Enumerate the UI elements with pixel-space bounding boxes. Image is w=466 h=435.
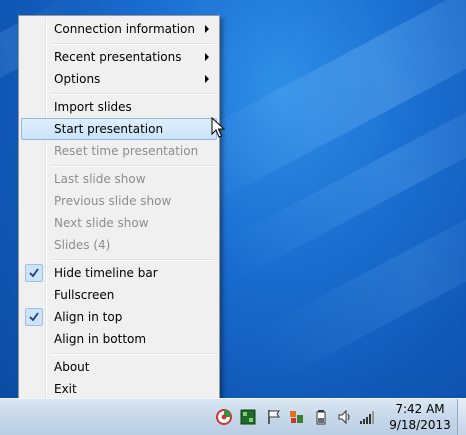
menu-separator: [51, 165, 215, 167]
clock-date: 9/18/2013: [389, 418, 451, 432]
menu-item-hide-timeline-bar[interactable]: Hide timeline bar: [21, 262, 217, 284]
menu-item-label: Reset time presentation: [54, 144, 199, 158]
menu-item-align-in-bottom[interactable]: Align in bottom: [21, 328, 217, 350]
menu-item-previous-slide-show[interactable]: Previous slide show: [21, 190, 217, 212]
menu-item-label: About: [54, 360, 90, 374]
menu-item-label: Last slide show: [54, 172, 146, 186]
green-app-icon[interactable]: [240, 409, 256, 425]
context-menu: Connection information Recent presentati…: [18, 15, 220, 401]
menu-item-label: Hide timeline bar: [54, 266, 158, 280]
menu-item-connection-information[interactable]: Connection information: [21, 18, 217, 40]
menu-item-about[interactable]: About: [21, 356, 217, 378]
checkmark-icon: [25, 264, 43, 282]
signal-bars-icon[interactable]: [359, 409, 375, 425]
menu-item-label: Next slide show: [54, 216, 149, 230]
clock-time: 7:42 AM: [395, 402, 445, 416]
menu-item-label: Previous slide show: [54, 194, 172, 208]
show-desktop-button[interactable]: [457, 399, 466, 435]
menu-item-label: Connection information: [54, 22, 195, 36]
menu-item-last-slide-show[interactable]: Last slide show: [21, 168, 217, 190]
menu-item-label: Options: [54, 72, 101, 86]
menu-item-start-presentation[interactable]: Start presentation: [21, 118, 217, 140]
submenu-arrow-icon: [205, 75, 209, 83]
menu-item-options[interactable]: Options: [21, 68, 217, 90]
submenu-arrow-icon: [205, 25, 209, 33]
menu-item-label: Start presentation: [54, 122, 164, 136]
action-center-flag-icon[interactable]: [266, 409, 282, 425]
menu-item-fullscreen[interactable]: Fullscreen: [21, 284, 217, 306]
app-tray-icon[interactable]: [216, 409, 232, 425]
menu-separator: [51, 93, 215, 95]
menu-item-exit[interactable]: Exit: [21, 378, 217, 400]
checkmark-icon: [25, 308, 43, 326]
menu-item-align-in-top[interactable]: Align in top: [21, 306, 217, 328]
menu-item-reset-time-presentation[interactable]: Reset time presentation: [21, 140, 217, 162]
volume-icon[interactable]: [337, 409, 353, 425]
battery-icon[interactable]: [313, 409, 329, 425]
taskbar: 7:42 AM 9/18/2013: [0, 398, 466, 435]
taskbar-clock[interactable]: 7:42 AM 9/18/2013: [385, 401, 455, 433]
menu-separator: [51, 43, 215, 45]
menu-item-recent-presentations[interactable]: Recent presentations: [21, 46, 217, 68]
menu-separator: [51, 353, 215, 355]
menu-item-label: Slides (4): [54, 238, 111, 252]
menu-item-label: Align in bottom: [54, 332, 147, 346]
menu-item-label: Import slides: [54, 100, 132, 114]
submenu-arrow-icon: [205, 53, 209, 61]
menu-item-label: Fullscreen: [54, 288, 115, 302]
menu-item-label: Align in top: [54, 310, 123, 324]
menu-item-next-slide-show[interactable]: Next slide show: [21, 212, 217, 234]
menu-item-import-slides[interactable]: Import slides: [21, 96, 217, 118]
menu-item-slides[interactable]: Slides (4): [21, 234, 217, 256]
network-icon[interactable]: [289, 409, 305, 425]
menu-separator: [51, 259, 215, 261]
mouse-pointer-icon: [211, 117, 225, 138]
menu-item-label: Exit: [54, 382, 77, 396]
menu-item-label: Recent presentations: [54, 50, 182, 64]
